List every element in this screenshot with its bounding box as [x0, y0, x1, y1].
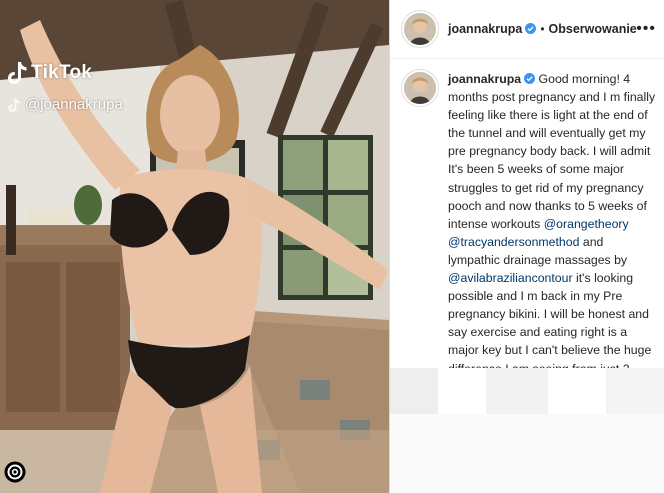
tiktok-note-icon: [8, 62, 27, 84]
mask-block: [390, 414, 664, 493]
tiktok-watermark: TikTok: [6, 60, 92, 86]
following-button[interactable]: Obserwowanie: [549, 22, 637, 36]
post-side-panel: joannakrupa • Obserwowanie ••• joannakru…: [390, 0, 664, 493]
mention-orangetheory[interactable]: @orangetheory: [544, 217, 629, 231]
tiktok-username-watermark: @joannakrupa: [6, 96, 123, 113]
mention-avilabraziliancontour[interactable]: @avilabraziliancontour: [448, 271, 573, 285]
mask-block: [390, 368, 438, 414]
avatar[interactable]: [402, 11, 438, 47]
caption-avatar[interactable]: [402, 70, 438, 106]
post-media[interactable]: TikTok @joannakrupa: [0, 0, 389, 493]
header-username-text[interactable]: joannakrupa: [448, 22, 522, 36]
header-username[interactable]: joannakrupa: [448, 22, 537, 36]
tiktok-brand-text: TikTok: [31, 62, 93, 83]
caption-avatar-image: [404, 72, 436, 104]
post-header: joannakrupa • Obserwowanie •••: [390, 0, 664, 59]
header-separator: •: [540, 22, 545, 36]
caption-username[interactable]: joannakrupa: [448, 72, 521, 86]
caption-verified-badge-icon: [524, 73, 536, 84]
post-caption: joannakrupa Good morning! 4 months post …: [402, 70, 664, 414]
tiktok-small-note-icon: [8, 97, 20, 112]
mention-tracyandersonmethod[interactable]: @tracyandersonmethod: [448, 235, 579, 249]
tiktok-username-text: @joannakrupa: [25, 96, 123, 113]
more-options-icon[interactable]: •••: [636, 20, 656, 38]
verified-badge-icon: [525, 23, 537, 34]
caption-text: joannakrupa Good morning! 4 months post …: [448, 70, 656, 414]
caption-body-1: Good morning! 4 months post pregnancy an…: [448, 72, 656, 231]
mask-block: [486, 368, 548, 414]
threads-icon[interactable]: [4, 461, 26, 483]
mask-block: [606, 368, 664, 414]
avatar-image: [404, 13, 436, 45]
caption-overflow-mask: [390, 368, 664, 493]
